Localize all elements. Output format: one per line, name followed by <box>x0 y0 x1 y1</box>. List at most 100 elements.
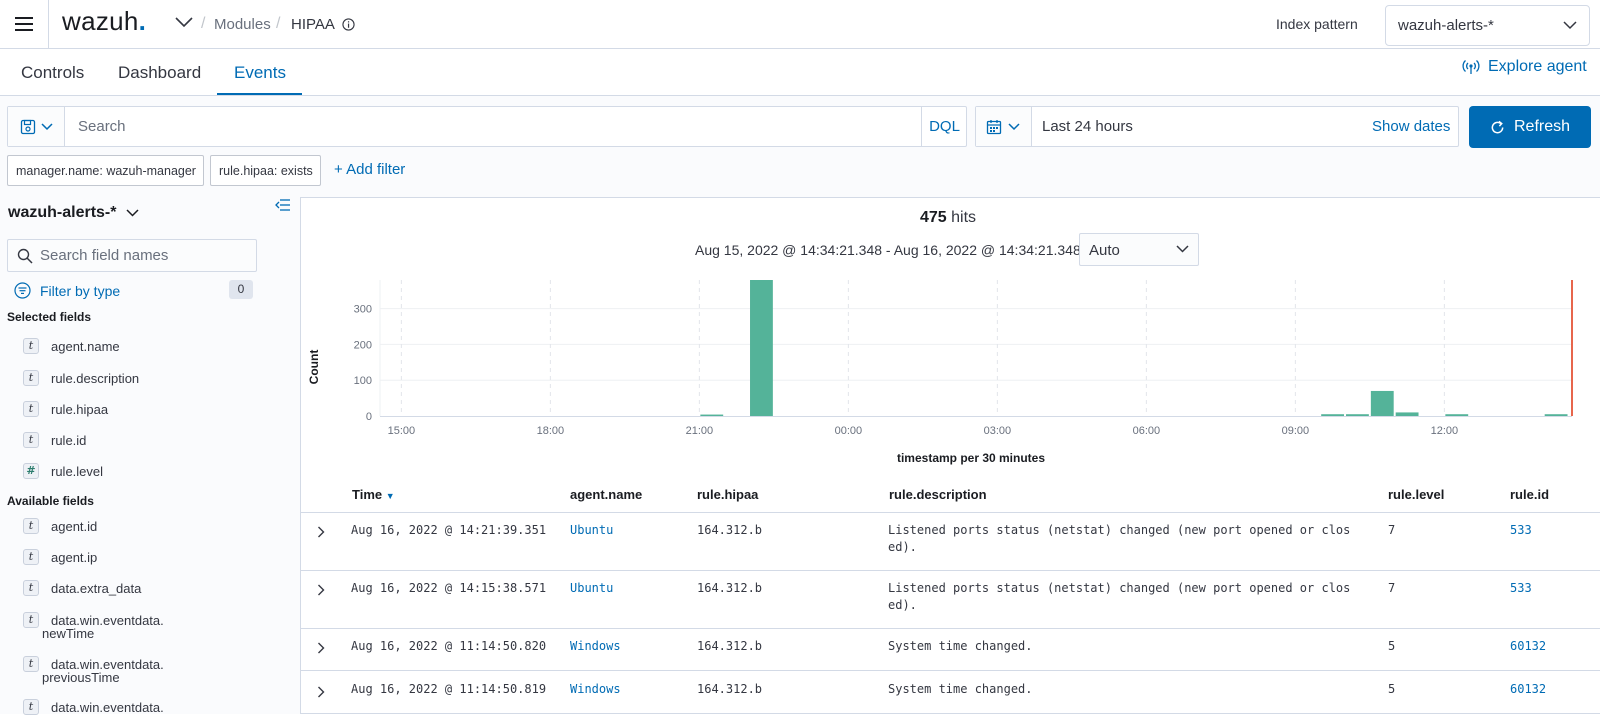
selected-fields-title: Selected fields <box>7 310 92 324</box>
field-item[interactable]: t agent.ip <box>23 547 273 567</box>
cell-level: 5 <box>1388 682 1396 696</box>
chevron-down-icon <box>1176 245 1189 253</box>
wazuh-logo[interactable]: wazuh. <box>62 6 146 37</box>
index-pattern-select[interactable]: wazuh-alerts-* <box>1385 5 1590 46</box>
field-item[interactable]: t rule.description <box>23 368 273 388</box>
field-item[interactable]: t data.win.eventdata. newTime <box>23 610 273 641</box>
field-item[interactable]: t rule.id <box>23 430 273 450</box>
x-tick-label: 15:00 <box>388 425 416 437</box>
column-header-rule-level[interactable]: rule.level <box>1388 487 1444 502</box>
column-label: Time <box>352 487 383 502</box>
x-axis: 15:00 18:00 21:00 00:00 03:00 06:00 09:00 12:00 <box>388 425 1459 437</box>
string-type-icon: t <box>23 612 39 628</box>
show-dates-link[interactable]: Show dates <box>1372 118 1450 135</box>
field-item[interactable]: # rule.level <box>23 461 273 481</box>
quick-select-button[interactable] <box>976 107 1032 146</box>
date-range-label[interactable]: Last 24 hours <box>1042 118 1133 135</box>
dql-button[interactable]: DQL <box>921 107 967 146</box>
cell-hipaa: 164.312.b <box>697 581 763 595</box>
query-bar: DQL <box>7 106 967 147</box>
menu-icon[interactable] <box>10 10 38 38</box>
cell-rule-id[interactable]: 533 <box>1510 580 1532 597</box>
add-filter-button[interactable]: + Add filter <box>334 161 405 178</box>
string-type-icon: t <box>23 432 39 448</box>
interval-select[interactable]: Auto <box>1079 233 1199 266</box>
cell-description: Listened ports status (netstat) changed … <box>888 522 1350 556</box>
collapse-sidebar-icon[interactable] <box>275 198 291 212</box>
cell-agent[interactable]: Ubuntu <box>570 522 613 539</box>
explore-agent-label: Explore agent <box>1488 58 1587 75</box>
available-fields-title: Available fields <box>7 494 94 508</box>
antenna-icon <box>1462 60 1480 74</box>
column-header-rule-description[interactable]: rule.description <box>889 487 987 502</box>
cell-rule-id[interactable]: 60132 <box>1510 638 1546 655</box>
cell-description: System time changed. <box>888 639 1033 653</box>
saved-query-button[interactable] <box>8 107 65 146</box>
breadcrumb-separator: / <box>276 15 281 32</box>
cell-agent[interactable]: Ubuntu <box>570 580 613 597</box>
info-icon[interactable] <box>342 18 355 31</box>
breadcrumb-modules[interactable]: Modules <box>214 16 271 33</box>
chevron-right-icon[interactable] <box>317 642 325 654</box>
chart-bar <box>1445 414 1469 416</box>
field-search-input[interactable] <box>40 240 250 271</box>
y-tick-label: 200 <box>354 339 372 351</box>
field-name: rule.hipaa <box>51 402 109 417</box>
chart-bar <box>700 414 724 416</box>
string-type-icon: t <box>23 656 39 672</box>
field-name: agent.ip <box>51 550 98 565</box>
string-type-icon: t <box>23 699 39 715</box>
hits-label: hits <box>951 209 977 226</box>
y-tick-label: 100 <box>354 375 372 387</box>
field-name-continued: newTime <box>42 626 95 641</box>
module-tabs: Controls Dashboard Events Explore agent <box>0 49 1600 96</box>
field-name: data.win.eventdata. <box>51 700 164 715</box>
hits-count: 475 <box>920 209 947 226</box>
time-range-display: Aug 15, 2022 @ 14:34:21.348 - Aug 16, 20… <box>695 242 1081 258</box>
chevron-down-icon[interactable] <box>175 16 193 28</box>
string-type-icon: t <box>23 401 39 417</box>
column-header-rule-hipaa[interactable]: rule.hipaa <box>697 487 758 502</box>
field-item[interactable]: t data.extra_data <box>23 578 273 598</box>
description-line: ed). <box>888 598 917 612</box>
tab-events[interactable]: Events <box>234 63 286 83</box>
field-name-continued: previousTime <box>42 670 120 685</box>
x-tick-label: 00:00 <box>835 425 863 437</box>
tab-controls[interactable]: Controls <box>21 63 84 83</box>
tab-dashboard[interactable]: Dashboard <box>118 63 201 83</box>
y-tick-label: 300 <box>354 304 372 316</box>
y-axis-label: Count <box>307 350 321 385</box>
logo-dot: . <box>138 6 147 36</box>
chevron-right-icon[interactable] <box>317 686 325 698</box>
cell-agent[interactable]: Windows <box>570 638 621 655</box>
chevron-right-icon[interactable] <box>317 584 325 596</box>
search-input[interactable] <box>66 107 921 146</box>
cell-level: 5 <box>1388 639 1396 653</box>
x-tick-label: 18:00 <box>537 425 565 437</box>
sidebar-index-pattern[interactable]: wazuh-alerts-* <box>8 204 139 222</box>
field-item[interactable]: t data.win.eventdata. previousTime <box>23 654 273 685</box>
refresh-button[interactable]: Refresh <box>1469 106 1591 148</box>
column-header-agent-name[interactable]: agent.name <box>570 487 642 502</box>
sidebar-index-label: wazuh-alerts-* <box>8 204 117 221</box>
field-item[interactable]: t rule.hipaa <box>23 399 273 419</box>
filter-count-badge: 0 <box>229 280 253 299</box>
filter-by-type-button[interactable]: Filter by type 0 <box>14 280 254 302</box>
cell-rule-id[interactable]: 533 <box>1510 522 1532 539</box>
field-item[interactable]: t data.win.eventdata. <box>23 697 273 717</box>
field-name: rule.id <box>51 433 87 448</box>
column-header-time[interactable]: Time ▼ <box>352 487 395 502</box>
cell-rule-id[interactable]: 60132 <box>1510 681 1546 698</box>
explore-agent-button[interactable]: Explore agent <box>1462 58 1587 76</box>
cell-agent[interactable]: Windows <box>570 681 621 698</box>
filter-by-type-label: Filter by type <box>40 283 121 299</box>
field-item[interactable]: t agent.name <box>23 336 273 356</box>
field-name: rule.level <box>51 464 104 479</box>
column-header-rule-id[interactable]: rule.id <box>1510 487 1549 502</box>
filter-pill-manager[interactable]: manager.name: wazuh-manager <box>7 155 204 186</box>
cell-level: 7 <box>1388 523 1396 537</box>
field-item[interactable]: t agent.id <box>23 516 273 536</box>
chevron-right-icon[interactable] <box>317 526 325 538</box>
top-header: wazuh. / Modules / HIPAA Index pattern w… <box>0 0 1600 49</box>
filter-pill-hipaa[interactable]: rule.hipaa: exists <box>210 155 321 186</box>
